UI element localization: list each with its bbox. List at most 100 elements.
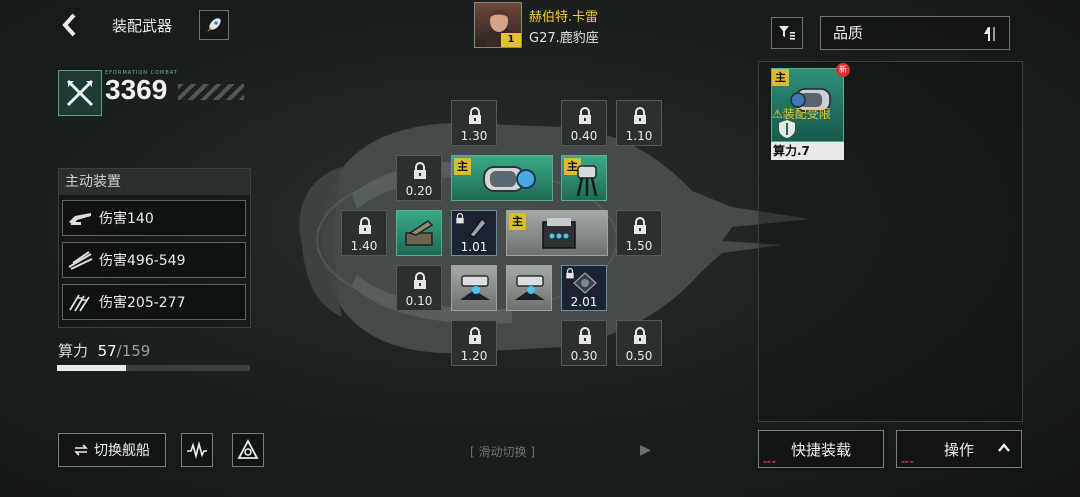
quick-equip-button[interactable]: 快捷装载 ▬▬ ▬ — [758, 430, 884, 468]
shield-module-icon — [542, 218, 576, 249]
capacity-readout: 算力 57/159 — [58, 340, 150, 361]
combat-power: EFORMATION COMBAT 3369 — [58, 70, 244, 116]
slot-value: 1.50 — [625, 239, 653, 253]
launcher-module-icon — [515, 275, 545, 300]
canister-module-icon — [469, 218, 487, 238]
missile-icon — [68, 251, 93, 270]
cannon-module-icon — [483, 166, 536, 192]
sort-select[interactable]: 品质 — [820, 16, 1010, 50]
warning-icon: ⚠ — [772, 107, 783, 121]
slot-value: 0.50 — [625, 349, 653, 363]
swap-arrows-icon — [74, 444, 88, 456]
locked-slot[interactable]: 1.40 — [341, 210, 387, 256]
turret-module-icon — [576, 165, 598, 197]
formation-button[interactable] — [232, 433, 264, 467]
equipped-main-cannon[interactable]: 主 — [451, 155, 553, 201]
crossed-swords-icon — [66, 79, 94, 107]
capacity-bar — [57, 365, 250, 371]
main-badge: 主 — [509, 213, 526, 230]
stat-text: 伤害205-277 — [99, 295, 186, 311]
switch-ship-label: 切换舰船 — [94, 443, 150, 459]
stat-row-cannon[interactable]: 伤害140 — [62, 200, 246, 236]
lock-icon — [456, 213, 464, 224]
launcher-module-icon — [460, 275, 490, 300]
ship-name: G27.鹿豹座 — [529, 31, 599, 46]
swipe-next-arrow-icon[interactable]: ▶ — [640, 442, 651, 458]
lock-icon — [634, 217, 646, 234]
capacity-label: 算力 — [58, 342, 89, 360]
equipped-module-dark[interactable]: 1.01 — [451, 210, 497, 256]
captain-level: 1 — [501, 33, 521, 47]
equipped-shield-block[interactable]: 主 — [506, 210, 608, 256]
stat-text: 伤害140 — [99, 211, 154, 227]
slot-value: 1.30 — [460, 129, 488, 143]
stat-row-drone[interactable]: 伤害205-277 — [62, 284, 246, 320]
slot-value: 1.01 — [460, 240, 488, 254]
wave-emblem-icon — [187, 441, 207, 459]
drone-icon — [69, 294, 90, 312]
locked-slot[interactable]: 1.10 — [616, 100, 662, 146]
quick-equip-label: 快捷装载 — [790, 440, 851, 459]
locked-slot[interactable]: 1.30 — [451, 100, 497, 146]
slot-value: 0.30 — [570, 349, 598, 363]
lock-icon — [359, 217, 371, 234]
lock-icon — [579, 107, 591, 124]
filter-icon — [779, 26, 795, 40]
warning-text: 装配受限 — [782, 107, 831, 121]
main-badge: 主 — [772, 69, 789, 86]
switch-ship-button[interactable]: 切换舰船 — [58, 433, 166, 467]
lock-icon — [469, 327, 481, 344]
lock-icon — [634, 107, 646, 124]
locked-slot[interactable]: 0.20 — [396, 155, 442, 201]
shield-type-icon — [779, 120, 795, 138]
lock-icon — [414, 162, 426, 179]
rocket-button[interactable] — [199, 10, 229, 40]
captain-portrait[interactable]: 1 — [474, 2, 522, 48]
locked-slot[interactable]: 0.30 — [561, 320, 607, 366]
lock-icon — [634, 327, 646, 344]
equipped-module-dark[interactable]: 2.01 — [561, 265, 607, 311]
slot-value: 1.40 — [350, 239, 378, 253]
locked-slot[interactable]: 0.50 — [616, 320, 662, 366]
locked-slot[interactable]: 1.20 — [451, 320, 497, 366]
locked-slot[interactable]: 1.50 — [616, 210, 662, 256]
combat-power-value: 3369 — [105, 74, 168, 105]
tiny-tag: ▬▬ ▬ — [763, 459, 776, 464]
lock-icon — [469, 107, 481, 124]
sort-select-label: 品质 — [833, 24, 864, 42]
equipped-turret[interactable]: 主 — [561, 155, 607, 201]
gun-module-icon — [405, 220, 434, 246]
slot-value: 1.10 — [625, 129, 653, 143]
equipped-launcher[interactable] — [451, 265, 497, 311]
active-device-panel: 主动装置 伤害140 伤害496-549 伤害205-277 — [58, 168, 251, 328]
swipe-hint: [ 滑动切换 ] — [470, 445, 536, 459]
filter-button[interactable] — [771, 17, 803, 49]
capacity-bar-fill — [57, 365, 127, 371]
equipped-launcher[interactable] — [506, 265, 552, 311]
captain-name: 赫伯特.卡雷 — [529, 10, 599, 25]
rocket-icon — [207, 18, 221, 32]
sort-toggle-icon — [984, 27, 995, 41]
tiny-tag: ▬▬ ▬ — [901, 459, 914, 464]
slot-value: 0.40 — [570, 129, 598, 143]
fleet-wave-button[interactable] — [181, 433, 213, 467]
operate-button[interactable]: 操作 ▬▬ ▬ — [896, 430, 1022, 468]
page-title: 装配武器 — [112, 17, 173, 35]
back-button[interactable] — [54, 10, 84, 40]
slot-value: 0.10 — [405, 294, 433, 308]
new-badge: 新 — [836, 63, 850, 77]
operate-label: 操作 — [943, 440, 974, 459]
slot-value: 0.20 — [405, 184, 433, 198]
locked-slot[interactable]: 0.40 — [561, 100, 607, 146]
inventory-item[interactable]: 主 新 ⚠装配受限 算力.7 — [771, 63, 850, 160]
slot-value: 1.20 — [460, 349, 488, 363]
chevron-left-icon — [62, 13, 76, 37]
stat-row-missile[interactable]: 伤害496-549 — [62, 242, 246, 278]
slot-value: 2.01 — [570, 295, 598, 309]
equipped-gun[interactable] — [396, 210, 442, 256]
locked-slot[interactable]: 0.10 — [396, 265, 442, 311]
lock-icon — [414, 272, 426, 289]
active-device-header: 主动装置 — [59, 169, 250, 195]
triangle-emblem-icon — [237, 439, 259, 459]
cannon-icon — [69, 213, 91, 225]
